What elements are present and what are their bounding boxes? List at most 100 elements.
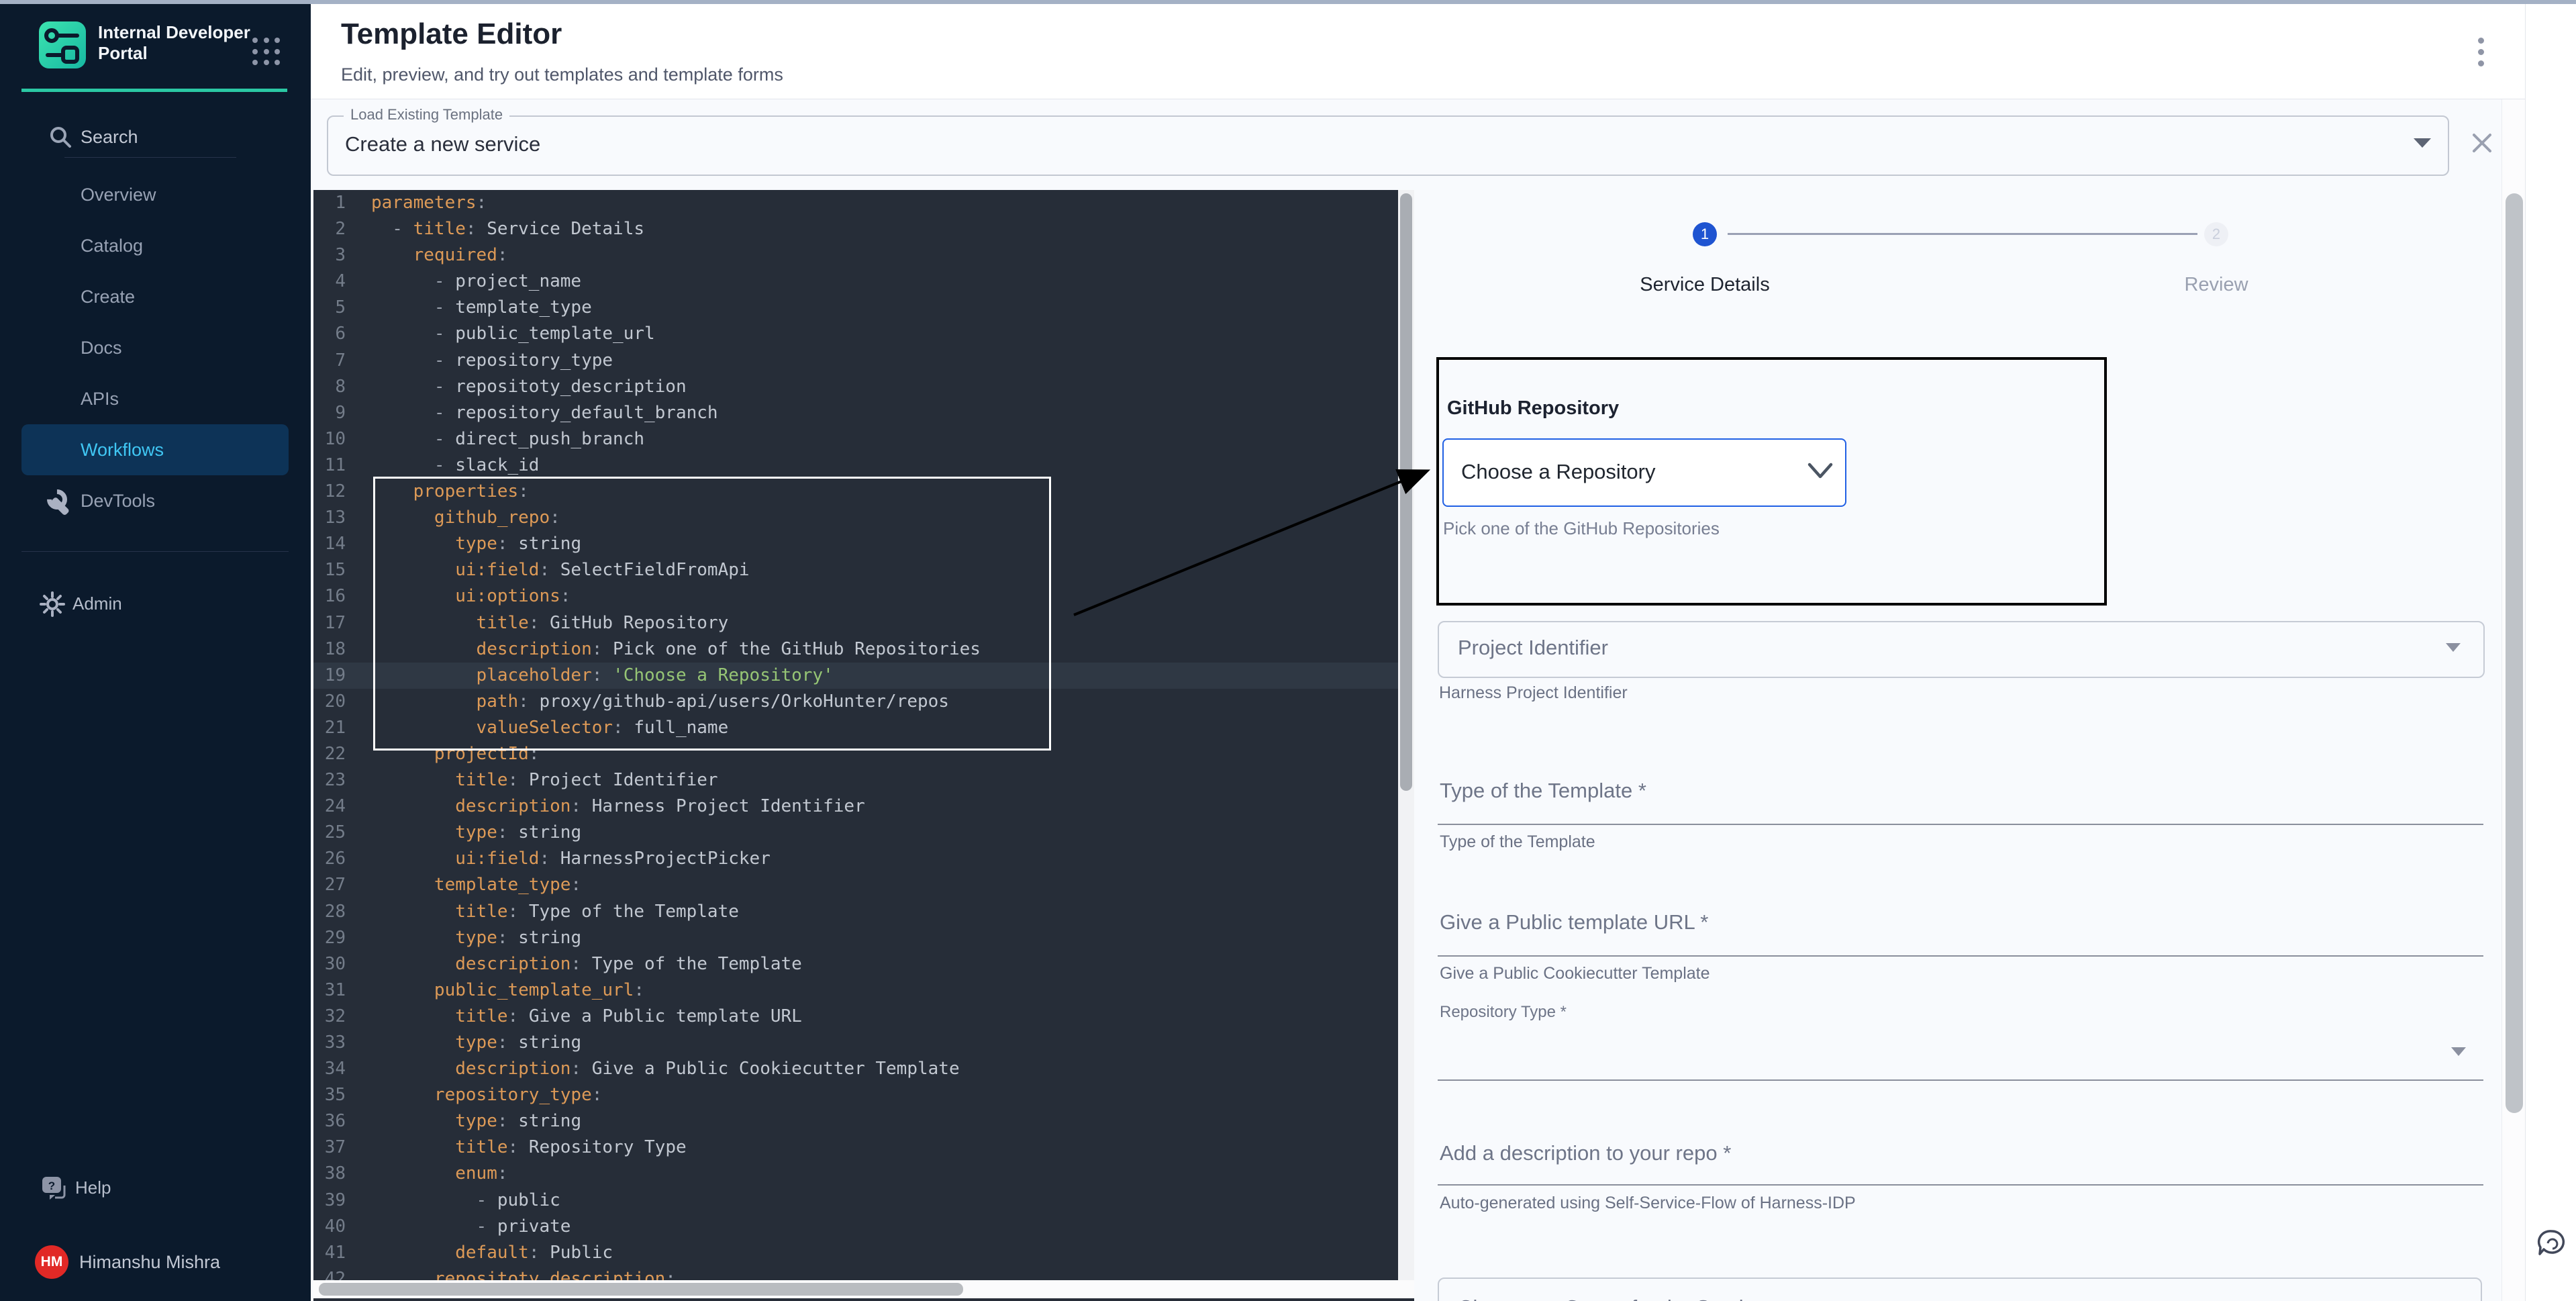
code-line-29[interactable]: 29 type: string [313,925,1398,951]
line-number: 10 [313,426,346,452]
line-number: 15 [313,557,346,583]
code-text: title: Project Identifier [371,767,718,793]
line-number: 4 [313,269,346,295]
code-line-37[interactable]: 37 title: Repository Type [313,1135,1398,1161]
code-line-3[interactable]: 3 required: [313,242,1398,269]
sidebar-user[interactable]: HM Himanshu Mishra [0,1243,311,1283]
sidebar-item-admin[interactable]: Admin [0,587,311,622]
public-url-helper: Give a Public Cookiecutter Template [1440,964,1710,983]
editor-horizontal-scrollbar[interactable] [313,1280,1414,1298]
code-line-28[interactable]: 28 title: Type of the Template [313,899,1398,925]
code-text: default: Public [371,1240,613,1266]
code-line-41[interactable]: 41 default: Public [313,1240,1398,1266]
public-url-input[interactable] [1438,955,2483,957]
code-line-6[interactable]: 6 - public_template_url [313,321,1398,347]
code-text: title: Repository Type [371,1135,687,1161]
page-vertical-scrollbar[interactable] [2501,99,2526,1301]
load-template-select[interactable] [327,115,2449,176]
line-number: 5 [313,295,346,321]
code-line-2[interactable]: 2 - title: Service Details [313,216,1398,242]
code-line-39[interactable]: 39 - public [313,1188,1398,1214]
code-line-5[interactable]: 5 - template_type [313,295,1398,321]
user-name: Himanshu Mishra [79,1252,220,1273]
repository-type-label: Repository Type * [1440,1003,1567,1022]
app-logo[interactable] [39,21,86,68]
chat-bubble-icon[interactable] [2536,1227,2568,1262]
scrollbar-thumb[interactable] [1400,193,1412,791]
line-number: 30 [313,951,346,977]
line-number: 1 [313,190,346,216]
line-number: 16 [313,583,346,610]
code-text: - direct_push_branch [371,426,644,452]
nine-dot-grid-icon[interactable] [252,38,282,67]
code-text: ui:field: HarnessProjectPicker [371,846,771,872]
dropdown-triangle-icon [2451,1047,2466,1056]
stepper-connector [1728,233,2197,235]
line-number: 39 [313,1188,346,1214]
code-line-26[interactable]: 26 ui:field: HarnessProjectPicker [313,846,1398,872]
code-line-10[interactable]: 10 - direct_push_branch [313,426,1398,452]
code-line-36[interactable]: 36 type: string [313,1108,1398,1135]
code-line-31[interactable]: 31 public_template_url: [313,977,1398,1004]
repo-description-input[interactable] [1438,1184,2483,1186]
editor-vertical-scrollbar[interactable] [1398,190,1414,1280]
code-line-27[interactable]: 27 template_type: [313,872,1398,898]
code-text: type: string [371,820,581,846]
window-top-strip [0,0,2576,4]
sidebar-item-docs[interactable]: Docs [21,322,289,373]
code-text: type: string [371,925,581,951]
scrollbar-thumb[interactable] [319,1283,963,1296]
code-line-40[interactable]: 40 - private [313,1214,1398,1240]
line-number: 35 [313,1082,346,1108]
code-line-8[interactable]: 8 - repositoty_description [313,374,1398,400]
repository-type-select[interactable] [1438,1079,2483,1081]
code-line-34[interactable]: 34 description: Give a Public Cookiecutt… [313,1056,1398,1082]
line-number: 19 [313,663,346,689]
stepper-step-2[interactable]: 2 [2204,222,2228,246]
code-text: description: Type of the Template [371,951,802,977]
code-line-1[interactable]: 1 parameters: [313,190,1398,216]
code-line-33[interactable]: 33 type: string [313,1030,1398,1056]
sidebar-item-label: Admin [72,593,122,614]
scrollbar-thumb[interactable] [2506,193,2523,1113]
code-line-42[interactable]: 42 repositoty_description: [313,1266,1398,1280]
code-line-11[interactable]: 11 - slack_id [313,452,1398,479]
code-line-7[interactable]: 7 - repository_type [313,348,1398,374]
sidebar-item-overview[interactable]: Overview [21,169,289,220]
code-line-24[interactable]: 24 description: Harness Project Identifi… [313,793,1398,820]
sidebar-item-devtools[interactable]: DevTools [21,475,289,526]
sidebar-item-workflows[interactable]: Workflows [21,424,289,475]
annotation-target-box [1436,357,2107,606]
sidebar-item-search[interactable]: Search [0,122,311,153]
close-icon[interactable] [2470,132,2493,154]
line-number: 14 [313,531,346,557]
caret-down-icon[interactable] [2414,138,2431,148]
code-line-30[interactable]: 30 description: Type of the Template [313,951,1398,977]
code-line-23[interactable]: 23 title: Project Identifier [313,767,1398,793]
sidebar-item-create[interactable]: Create [21,271,289,322]
code-line-25[interactable]: 25 type: string [313,820,1398,846]
gear-icon [39,591,66,618]
template-type-input[interactable] [1438,824,2483,825]
sidebar-item-label: Workflows [81,440,164,461]
sidebar-item-help[interactable]: ? Help [0,1171,311,1206]
code-line-32[interactable]: 32 title: Give a Public template URL [313,1004,1398,1030]
code-text: - private [371,1214,571,1240]
project-identifier-helper: Harness Project Identifier [1439,683,1628,703]
code-line-35[interactable]: 35 repository_type: [313,1082,1398,1108]
code-text: template_type: [371,872,581,898]
code-text: description: Give a Public Cookiecutter … [371,1056,960,1082]
code-line-38[interactable]: 38 enum: [313,1161,1398,1187]
code-text: parameters: [371,190,487,216]
code-text: public_template_url: [371,977,644,1004]
sidebar-item-label: Search [81,127,138,148]
stepper-step-1[interactable]: 1 [1693,222,1717,246]
code-line-4[interactable]: 4 - project_name [313,269,1398,295]
code-line-9[interactable]: 9 - repository_default_branch [313,400,1398,426]
kebab-menu-icon[interactable] [2478,38,2484,72]
sidebar-item-apis[interactable]: APIs [21,373,289,424]
code-text: title: Type of the Template [371,899,739,925]
sidebar-item-catalog[interactable]: Catalog [21,220,289,271]
line-number: 20 [313,689,346,715]
code-text: title: Give a Public template URL [371,1004,802,1030]
